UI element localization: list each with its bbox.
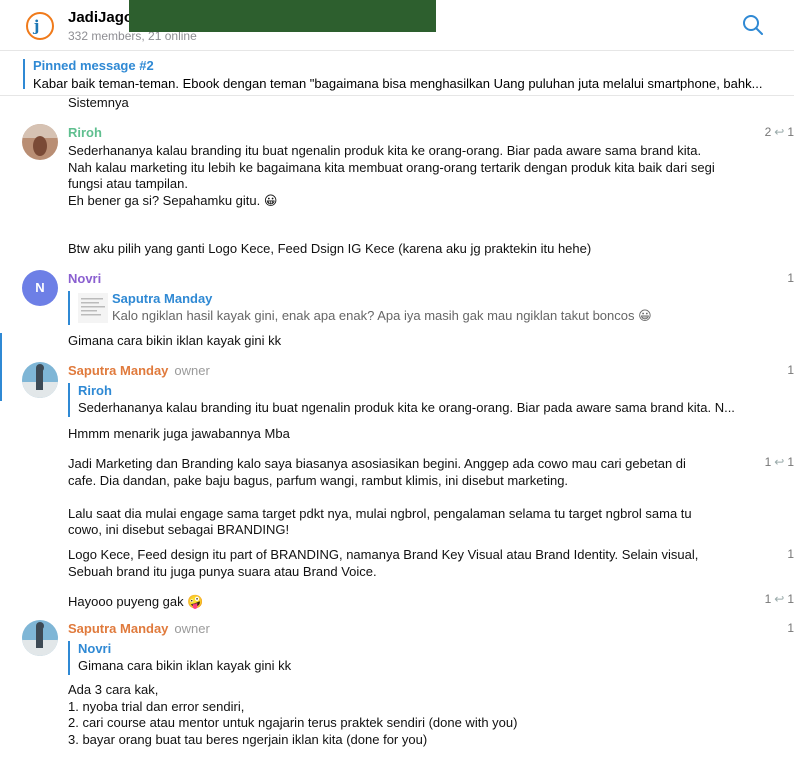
quote-author: Riroh	[78, 383, 112, 398]
pinned-text: Kabar baik teman-teman. Ebook dengan tem…	[33, 76, 763, 91]
message-text: Sistemnya	[68, 95, 129, 110]
quote-thumbnail	[78, 293, 108, 323]
message-counters: 1 ↩ 1	[764, 455, 794, 469]
group-avatar[interactable]: j	[26, 12, 54, 40]
quote-text: Gimana cara bikin iklan kayak gini kk	[78, 658, 292, 673]
message-text: Hayooo puyeng gak 🤪	[68, 594, 204, 609]
avatar[interactable]	[22, 620, 58, 656]
message-counters: 1 ↩ 1	[764, 592, 794, 606]
message-text: Hmmm menarik juga jawabannya Mba	[68, 426, 290, 441]
avatar[interactable]: N	[22, 270, 58, 306]
message-author[interactable]: Saputra Manday owner	[68, 621, 210, 636]
message-counters: 1	[787, 621, 794, 635]
quote-text: Kalo ngiklan hasil kayak gini, enak apa …	[112, 308, 652, 323]
message-author[interactable]: Novri	[68, 271, 101, 286]
reply-quote[interactable]: Riroh Sederhananya kalau branding itu bu…	[68, 383, 735, 417]
message-author[interactable]: Saputra Manday owner	[68, 363, 210, 378]
message-text: Ada 3 cara kak, 1. nyoba trial dan error…	[68, 682, 518, 747]
message-text: Gimana cara bikin iklan kayak gini kk	[68, 333, 282, 348]
message-counters: 2 ↩ 1	[764, 125, 794, 139]
message-author[interactable]: Riroh	[68, 125, 102, 140]
quote-text: Sederhananya kalau branding itu buat nge…	[78, 400, 735, 415]
quote-author: Novri	[78, 641, 112, 656]
unread-indicator	[0, 333, 2, 401]
redacted-block	[129, 0, 436, 32]
message-text: Jadi Marketing dan Branding kalo saya bi…	[68, 456, 692, 537]
search-icon[interactable]	[742, 14, 764, 36]
chat-header: j JadiJago 332 members, 21 online	[0, 0, 794, 51]
reply-icon: ↩	[774, 125, 785, 139]
quote-author: Saputra Manday	[112, 291, 213, 306]
reply-icon: ↩	[774, 592, 785, 606]
message-text: Logo Kece, Feed design itu part of BRAND…	[68, 547, 699, 579]
pinned-message-bar[interactable]: Pinned message #2 Kabar baik teman-teman…	[0, 51, 794, 96]
message-counters: 1	[787, 547, 794, 561]
message-counters: 1	[787, 363, 794, 377]
pinned-title: Pinned message #2	[33, 58, 154, 73]
avatar[interactable]	[22, 124, 58, 160]
message-counters: 1	[787, 271, 794, 285]
message-text: Sederhananya kalau branding itu buat nge…	[68, 143, 715, 208]
reply-quote[interactable]: Novri Gimana cara bikin iklan kayak gini…	[68, 641, 291, 675]
reply-quote[interactable]: Saputra Manday Kalo ngiklan hasil kayak …	[68, 291, 652, 325]
avatar[interactable]	[22, 362, 58, 398]
pinned-accent-bar	[23, 59, 25, 89]
group-title[interactable]: JadiJago	[68, 9, 133, 26]
reply-icon: ↩	[774, 455, 785, 469]
message-text: Btw aku pilih yang ganti Logo Kece, Feed…	[68, 241, 592, 256]
